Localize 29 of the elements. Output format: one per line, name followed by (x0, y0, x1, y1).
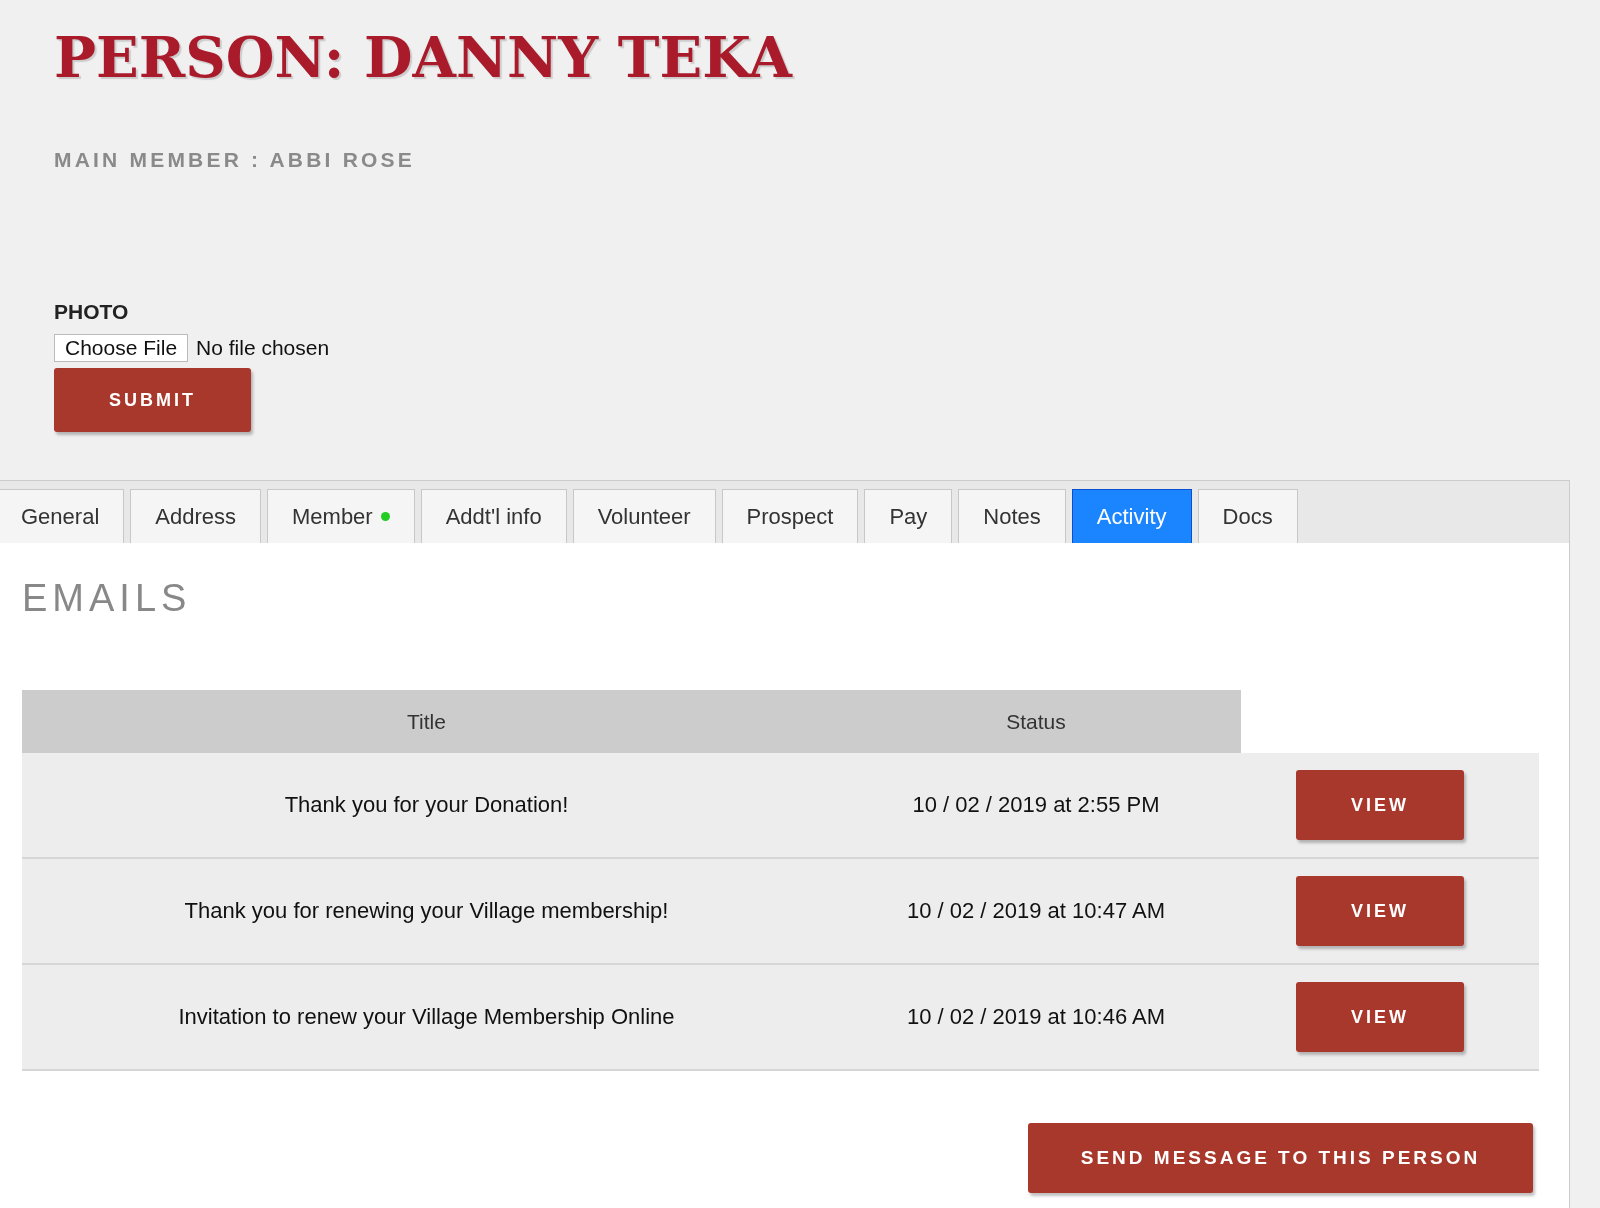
view-button[interactable]: VIEW (1296, 770, 1464, 840)
tab[interactable]: Addt'l info (420, 489, 567, 543)
title-cell-text: Thank you for renewing your Village membership! (183, 898, 670, 924)
section-title: EMAILS (22, 577, 193, 620)
view-button[interactable]: VIEW (1296, 876, 1464, 946)
choose-file-button[interactable]: Choose File (54, 334, 189, 362)
main-member-label: MAIN MEMBER : ABBI ROSE (54, 148, 415, 172)
tab[interactable]: General (0, 489, 125, 543)
column-header: Status (1005, 709, 1067, 734)
submit-button[interactable]: SUBMIT (54, 368, 251, 432)
page-title: PERSON: DANNY TEKA (54, 24, 792, 90)
tab[interactable]: Pay (864, 489, 953, 543)
tab[interactable]: Address (130, 489, 261, 543)
title-cell-text: Invitation to renew your Village Membership Online (177, 1004, 676, 1030)
tab[interactable]: Docs (1197, 489, 1298, 543)
status-cell-text: 10 / 02 / 2019 at 2:55 PM (911, 792, 1161, 818)
photo-label: PHOTO (54, 300, 129, 324)
tab[interactable]: Activity (1071, 489, 1192, 543)
column-header: Title (406, 709, 447, 734)
file-status: No file chosen (196, 336, 330, 360)
view-button[interactable]: VIEW (1296, 982, 1464, 1052)
tab[interactable]: Member (267, 489, 415, 543)
tab[interactable]: Volunteer (572, 489, 716, 543)
title-cell-text: Thank you for your Donation! (283, 792, 570, 818)
tab[interactable]: Prospect (721, 489, 859, 543)
tab[interactable]: Notes (958, 489, 1066, 543)
send-message-button[interactable]: SEND MESSAGE TO THIS PERSON (1028, 1123, 1533, 1193)
status-cell-text: 10 / 02 / 2019 at 10:46 AM (905, 1004, 1167, 1030)
status-cell-text: 10 / 02 / 2019 at 10:47 AM (905, 898, 1167, 924)
